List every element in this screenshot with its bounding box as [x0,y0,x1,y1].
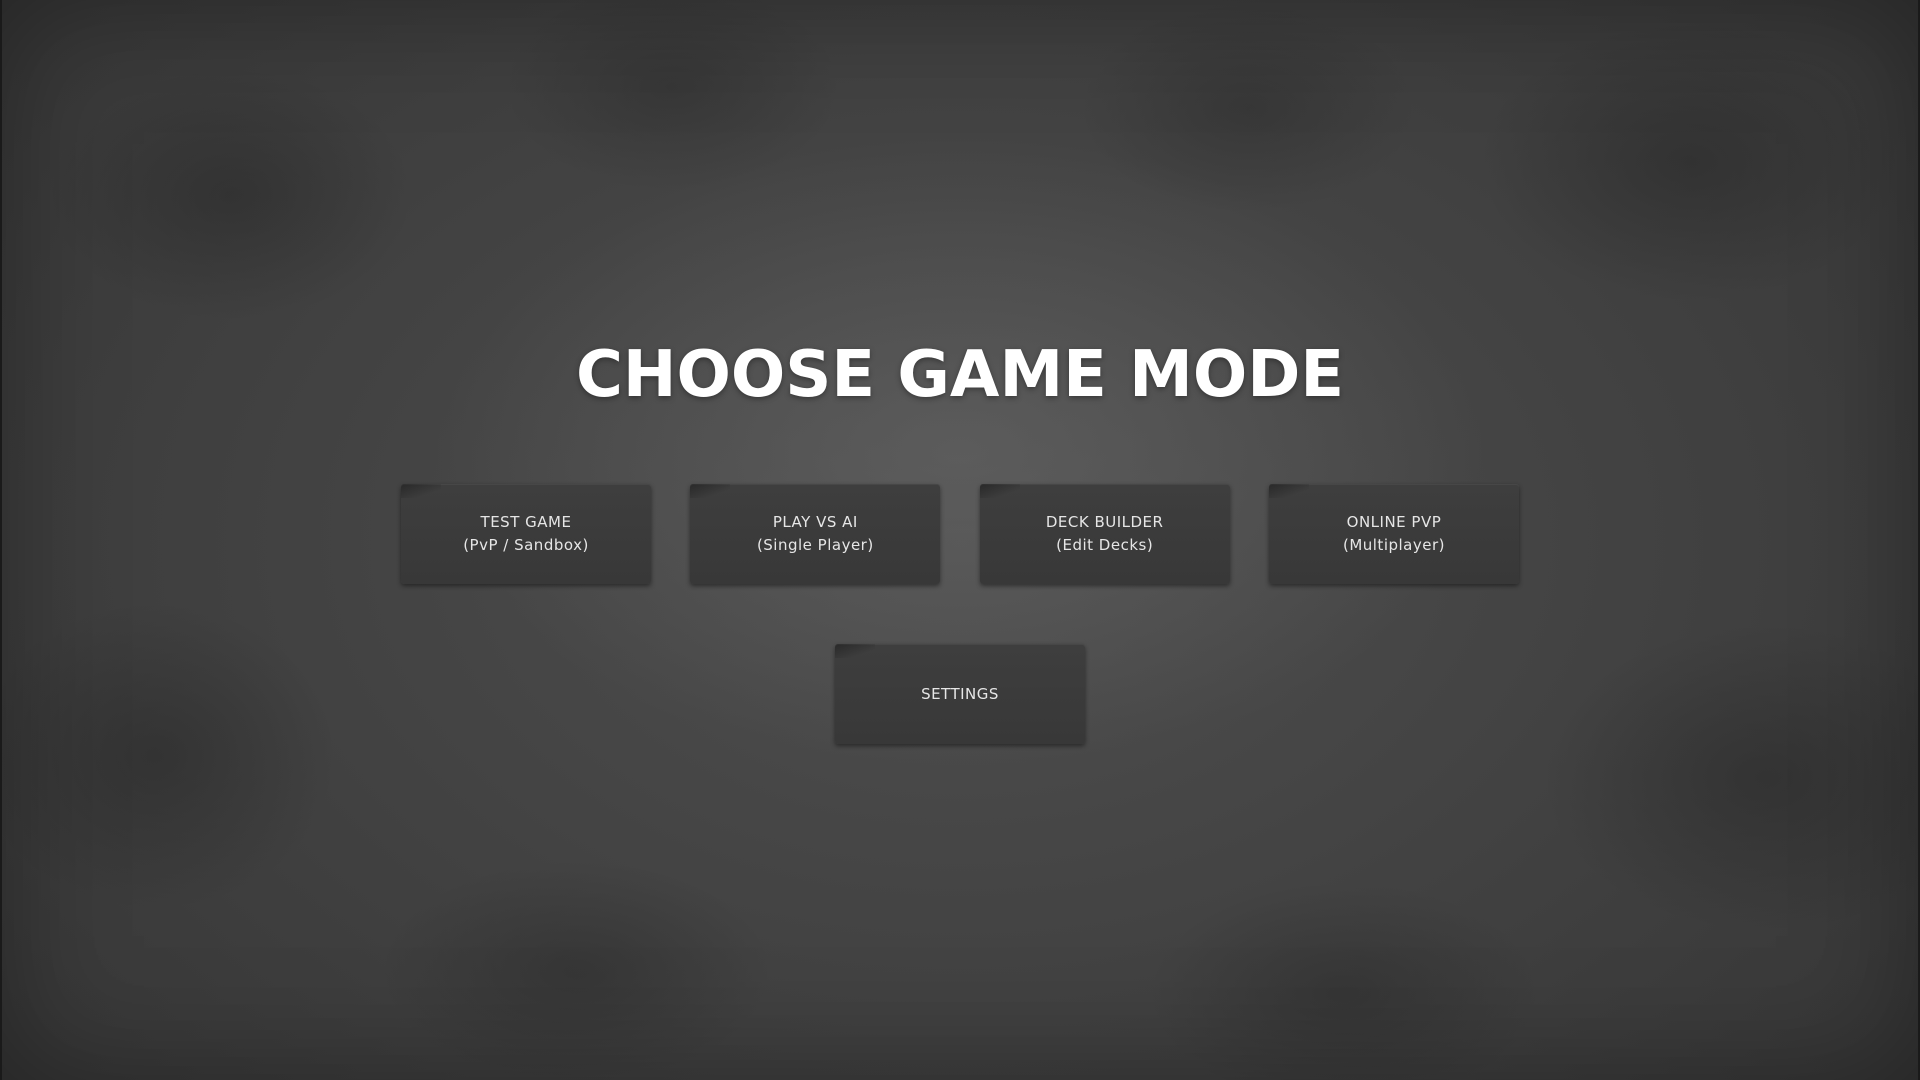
test-game-button[interactable]: TEST GAME (PvP / Sandbox) [401,484,651,584]
button-sublabel: (Multiplayer) [1342,536,1445,554]
online-pvp-button[interactable]: ONLINE PVP (Multiplayer) [1268,484,1519,584]
game-mode-buttons: TEST GAME (PvP / Sandbox) PLAY VS AI (Si… [401,484,1519,584]
button-sublabel: (Edit Decks) [1056,536,1154,554]
settings-button[interactable]: SETTINGS [835,644,1085,744]
frame-edge-left [0,0,2,1080]
button-label: PLAY VS AI [772,513,858,531]
deck-builder-button[interactable]: DECK BUILDER (Edit Decks) [979,484,1230,584]
play-vs-ai-button[interactable]: PLAY VS AI (Single Player) [690,484,941,584]
button-sublabel: (PvP / Sandbox) [463,536,589,554]
button-sublabel: (Single Player) [756,536,874,554]
button-label: DECK BUILDER [1045,513,1164,531]
page-title: CHOOSE GAME MODE [575,338,1345,412]
button-label: SETTINGS [921,684,999,703]
button-label: TEST GAME [480,513,572,531]
main-menu-screen: CHOOSE GAME MODE TEST GAME (PvP / Sandbo… [0,0,1920,1080]
button-label: ONLINE PVP [1346,513,1442,531]
